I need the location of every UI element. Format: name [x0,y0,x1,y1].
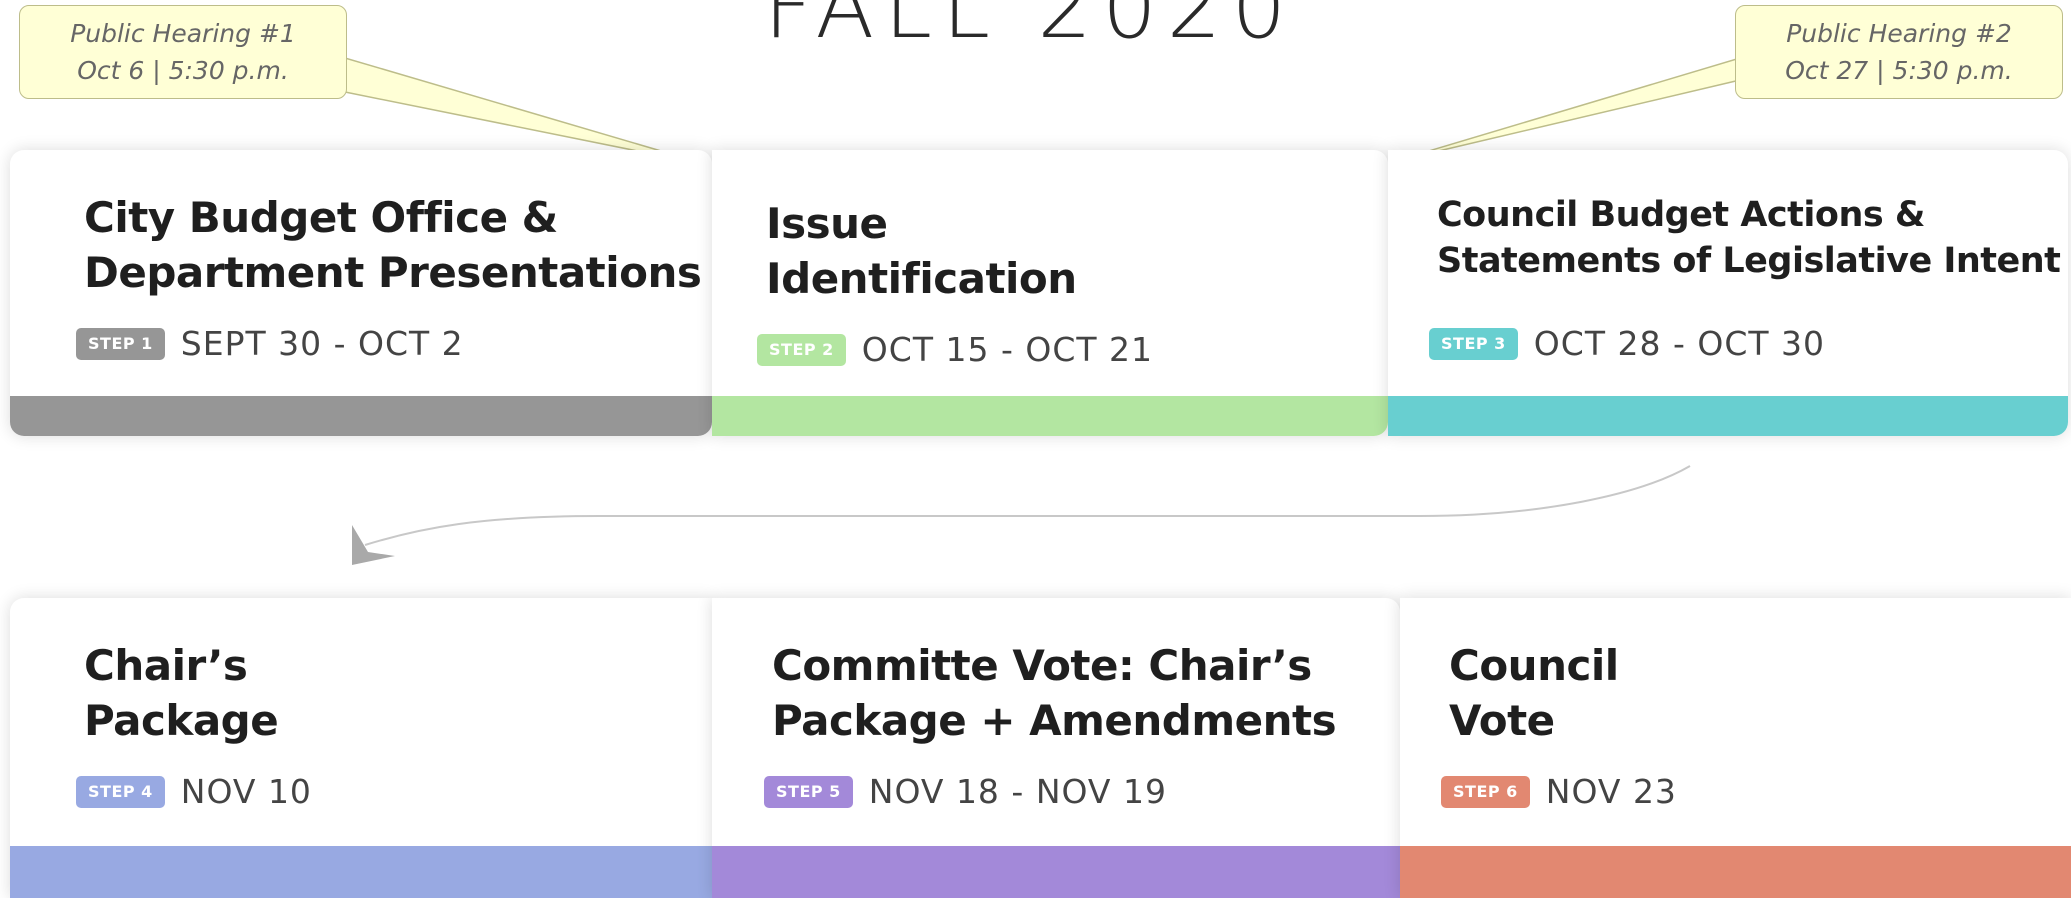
callout-title: Public Hearing #1 [70,19,296,48]
step-heading: City Budget Office & Department Presenta… [84,193,702,297]
step-2-card: Issue Identification STEP 2 OCT 15 - OCT… [712,150,1388,436]
step-meta: STEP 4 NOV 10 [76,772,312,811]
step-date: NOV 23 [1545,772,1677,811]
step-color-bar [712,396,1388,436]
step-color-bar [10,846,712,898]
step-heading: Issue Identification [766,199,1077,303]
step-3-card: Council Budget Actions & Statements of L… [1388,150,2068,436]
step-meta: STEP 2 OCT 15 - OCT 21 [757,330,1153,369]
flow-arrow-head [352,525,395,565]
step-badge: STEP 1 [76,327,165,360]
step-color-bar [1388,396,2068,436]
callout-2-pointer [1391,56,1741,163]
step-meta: STEP 1 SEPT 30 - OCT 2 [76,324,464,363]
step-meta: STEP 6 NOV 23 [1441,772,1677,811]
step-badge: STEP 2 [757,333,846,366]
step-badge: STEP 5 [764,775,853,808]
step-date: NOV 18 - NOV 19 [868,772,1167,811]
step-heading: Council Budget Actions & Statements of L… [1437,195,2061,281]
step-meta: STEP 5 NOV 18 - NOV 19 [764,772,1167,811]
step-date: OCT 15 - OCT 21 [861,330,1153,369]
callout-date: Oct 27 | 5:30 p.m. [1785,56,2013,85]
step-color-bar [712,846,1400,898]
public-hearing-1-callout: Public Hearing #1 Oct 6 | 5:30 p.m. [19,5,347,99]
step-date: NOV 10 [180,772,312,811]
step-heading: Council Vote [1449,641,1619,745]
step-heading: Chair’s Package [84,641,279,745]
step-6-card: Council Vote STEP 6 NOV 23 [1400,598,2071,898]
step-date: SEPT 30 - OCT 2 [180,324,464,363]
step-heading: Committe Vote: Chair’s Package + Amendme… [772,641,1337,745]
callout-date: Oct 6 | 5:30 p.m. [77,56,289,85]
step-color-bar [10,396,712,436]
step-badge: STEP 6 [1441,775,1530,808]
step-1-card: City Budget Office & Department Presenta… [10,150,712,436]
step-badge: STEP 3 [1429,327,1518,360]
step-date: OCT 28 - OCT 30 [1533,324,1825,363]
step-color-bar [1400,846,2071,898]
flow-arrow-line [364,465,1691,546]
step-meta: STEP 3 OCT 28 - OCT 30 [1429,324,1825,363]
step-4-card: Chair’s Package STEP 4 NOV 10 [10,598,712,898]
public-hearing-2-callout: Public Hearing #2 Oct 27 | 5:30 p.m. [1735,5,2063,99]
callout-title: Public Hearing #2 [1786,19,2012,48]
step-badge: STEP 4 [76,775,165,808]
step-5-card: Committe Vote: Chair’s Package + Amendme… [712,598,1400,898]
